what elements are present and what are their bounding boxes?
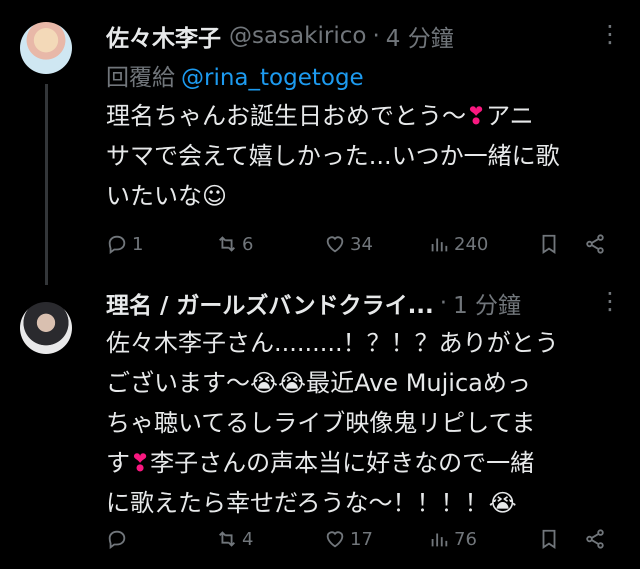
- crying-emoji: 😭: [488, 489, 517, 517]
- like-icon: [326, 236, 344, 253]
- views-count: 76: [454, 528, 477, 550]
- retweet-icon: [219, 531, 235, 547]
- reply-to-label: 回覆給: [106, 65, 175, 91]
- like-count: 34: [350, 233, 373, 255]
- like-button[interactable]: 17: [324, 523, 373, 555]
- bookmark-button[interactable]: [538, 228, 560, 260]
- text-line: ちゃ聴いてるしライブ映像鬼リピしてま: [106, 409, 536, 437]
- text-line: 理名ちゃんお誕生日おめでとう〜❣アニ: [106, 102, 534, 130]
- retweet-icon: [219, 236, 235, 252]
- text-line: ございます〜😭😭最近Ave Mujicaめっ: [106, 369, 531, 397]
- like-icon: [326, 531, 344, 548]
- reply-count: 1: [132, 233, 144, 255]
- separator: ·: [372, 23, 380, 49]
- share-button[interactable]: [584, 228, 606, 260]
- tweet-text: 理名ちゃんお誕生日おめでとう〜❣アニ サマで会えて嬉しかった...いつか一緒に歌…: [106, 96, 616, 216]
- crying-emoji: 😭😭: [250, 369, 307, 397]
- share-icon: [586, 529, 604, 549]
- views-icon: [431, 238, 448, 252]
- views-count: 240: [454, 233, 489, 255]
- views-icon: [431, 533, 448, 547]
- thread-line: [45, 84, 48, 285]
- avatar[interactable]: [20, 22, 72, 74]
- share-button[interactable]: [584, 523, 606, 555]
- share-icon: [586, 234, 604, 254]
- display-name[interactable]: 佐々木李子: [106, 19, 221, 53]
- views-button[interactable]: 240: [428, 228, 488, 260]
- tweet[interactable]: 理名 / ガールズバンドクライ... · 1 分鐘 ⋮ 佐々木李子さん.....…: [0, 285, 640, 569]
- reply-button[interactable]: 1: [106, 228, 143, 260]
- tweet[interactable]: 佐々木李子 @sasakirico · 4 分鐘 ⋮ 回覆給 @rina_toge…: [0, 0, 640, 285]
- user-handle[interactable]: @sasakirico: [229, 23, 366, 49]
- tweet-header: 佐々木李子 @sasakirico · 4 分鐘: [106, 18, 600, 54]
- more-icon[interactable]: ⋮: [598, 18, 622, 54]
- action-bar: 1 6 34 240: [106, 228, 614, 260]
- text-line: 佐々木李子さん.........！？！？ありがとう: [106, 329, 559, 357]
- reply-to: 回覆給 @rina_togetoge: [106, 58, 364, 92]
- text-line: サマで会えて嬉しかった...いつか一緒に歌: [106, 142, 560, 170]
- mention-link[interactable]: @rina_togetoge: [181, 65, 364, 91]
- action-bar: 4 17 76: [106, 523, 614, 555]
- timestamp[interactable]: 1 分鐘: [453, 286, 521, 320]
- heart-emoji: ❣: [130, 449, 151, 477]
- reply-icon: [108, 530, 126, 550]
- tweet-header: 理名 / ガールズバンドクライ... · 1 分鐘: [106, 285, 600, 321]
- display-name[interactable]: 理名 / ガールズバンドクライ...: [106, 286, 434, 320]
- avatar[interactable]: [20, 302, 72, 354]
- retweet-count: 4: [242, 528, 254, 550]
- text-line: に歌えたら幸せだろうな〜！！！！😭: [106, 489, 517, 517]
- bookmark-button[interactable]: [538, 523, 560, 555]
- heart-emoji: ❣: [466, 102, 487, 130]
- tweet-text: 佐々木李子さん.........！？！？ありがとう ございます〜😭😭最近Ave …: [106, 323, 616, 523]
- bookmark-icon: [542, 529, 556, 549]
- reply-icon: [108, 235, 126, 255]
- separator: ·: [439, 290, 448, 316]
- more-icon[interactable]: ⋮: [598, 285, 622, 321]
- text-line: す❣李子さんの声本当に好きなので一緒: [106, 449, 535, 477]
- text-line: いたいな☺: [106, 182, 228, 210]
- retweet-count: 6: [242, 233, 254, 255]
- views-button[interactable]: 76: [428, 523, 477, 555]
- timestamp[interactable]: 4 分鐘: [386, 19, 454, 53]
- like-count: 17: [350, 528, 373, 550]
- bookmark-icon: [542, 234, 556, 254]
- retweet-button[interactable]: 6: [216, 228, 253, 260]
- like-button[interactable]: 34: [324, 228, 373, 260]
- reply-button[interactable]: [106, 523, 132, 555]
- retweet-button[interactable]: 4: [216, 523, 253, 555]
